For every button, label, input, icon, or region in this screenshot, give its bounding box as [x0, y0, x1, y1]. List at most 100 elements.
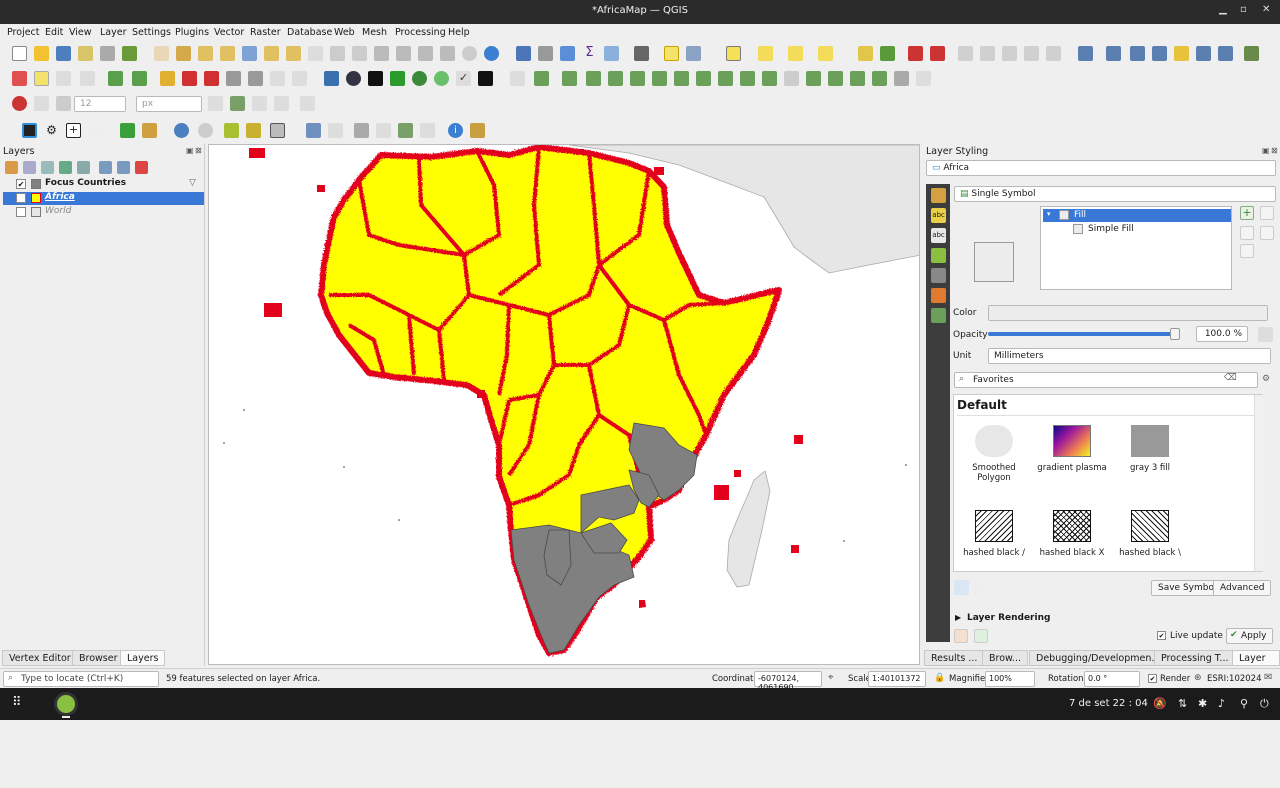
snap-tolerance-input[interactable]: 12: [74, 96, 126, 112]
map-tips-icon[interactable]: [664, 46, 679, 61]
new-3d-map-icon[interactable]: [396, 46, 411, 61]
add-part-icon[interactable]: [630, 71, 645, 86]
messages-icon[interactable]: ✉: [1264, 672, 1272, 683]
add-ring-icon[interactable]: [608, 71, 623, 86]
offset-curve-icon[interactable]: [740, 71, 755, 86]
symbol-gradient-plasma[interactable]: gradient plasma: [1033, 425, 1111, 473]
layer-visibility-checkbox[interactable]: ✔: [16, 193, 26, 203]
menu-edit[interactable]: Edit: [45, 27, 63, 38]
qgis-logo-icon[interactable]: [22, 123, 37, 138]
menu-processing[interactable]: Processing: [395, 27, 446, 38]
notifications-off-icon[interactable]: 🔕: [1153, 697, 1167, 710]
toolbox-icon[interactable]: [560, 46, 575, 61]
menu-mesh[interactable]: Mesh: [362, 27, 387, 38]
new-print-layout-icon[interactable]: [78, 46, 93, 61]
zoom-last-icon[interactable]: [330, 46, 345, 61]
taskbar-clock[interactable]: 7 de set 22 : 04: [1069, 698, 1148, 709]
copy-features-icon[interactable]: [226, 71, 241, 86]
measure-tool-icon[interactable]: [420, 123, 435, 138]
menu-help[interactable]: Help: [448, 27, 470, 38]
symbol-tree-simple-fill[interactable]: Simple Fill: [1043, 223, 1231, 236]
open-project-icon[interactable]: [34, 46, 49, 61]
zoom-to-layer-icon[interactable]: [286, 46, 301, 61]
layout-manager-icon[interactable]: [100, 46, 115, 61]
menu-layer[interactable]: Layer: [100, 27, 127, 38]
merge-attributes-icon[interactable]: [828, 71, 843, 86]
tracing-icon[interactable]: [274, 96, 289, 111]
merge-features-icon[interactable]: [806, 71, 821, 86]
remove-symbol-layer-icon[interactable]: [1240, 226, 1254, 240]
symbol-gray-3-fill[interactable]: gray 3 fill: [1111, 425, 1189, 473]
show-bookmarks-icon[interactable]: [440, 46, 455, 61]
temporal-controller-icon[interactable]: [462, 46, 477, 61]
unit-select[interactable]: Millimeters: [988, 348, 1271, 364]
add-symbol-layer-icon[interactable]: +: [1240, 206, 1254, 220]
new-map-view-icon[interactable]: [374, 46, 389, 61]
menu-view[interactable]: View: [69, 27, 92, 38]
gear-icon[interactable]: ⚙: [44, 123, 59, 138]
symbol-smoothed-polygon[interactable]: Smoothed Polygon: [955, 425, 1033, 483]
symbol-hashed-backslash[interactable]: hashed black \: [1111, 510, 1189, 558]
search-plugin-icon[interactable]: [120, 123, 135, 138]
snap-unit-select[interactable]: px: [136, 96, 202, 112]
menu-raster[interactable]: Raster: [250, 27, 281, 38]
cube-alt-icon[interactable]: [246, 123, 261, 138]
crosshair-icon[interactable]: [328, 123, 343, 138]
opacity-slider[interactable]: [988, 332, 1174, 336]
render-checkbox[interactable]: ✔: [1148, 674, 1157, 683]
new-project-icon[interactable]: [12, 46, 27, 61]
layer-focus-countries[interactable]: ✔ Focus Countries ▽: [3, 178, 204, 191]
duplicate-symbol-layer-icon[interactable]: [1240, 244, 1254, 258]
delete-selected-icon[interactable]: [182, 71, 197, 86]
layer-rendering-section[interactable]: Layer Rendering: [967, 613, 1050, 623]
qgis-plugin-icon[interactable]: [368, 71, 383, 86]
scale-input[interactable]: 1:40101372: [868, 671, 926, 687]
globe-icon[interactable]: [346, 71, 361, 86]
layer-africa[interactable]: ✔ Africa: [3, 192, 204, 205]
labeling-icon[interactable]: [858, 46, 873, 61]
filter-legend-icon[interactable]: [59, 161, 72, 174]
close-icon[interactable]: ✕: [1262, 4, 1270, 15]
vertex-tool-icon[interactable]: [132, 71, 147, 86]
symbology-tab-icon[interactable]: [931, 188, 946, 203]
add-record-icon[interactable]: [80, 71, 95, 86]
styling-layer-select[interactable]: ▭ Africa: [926, 160, 1276, 176]
live-update-checkbox[interactable]: ✔: [1157, 631, 1166, 640]
history-tab-icon[interactable]: [931, 308, 946, 323]
select-by-value-icon[interactable]: [758, 46, 773, 61]
symbol-hashed-slash[interactable]: hashed black /: [955, 510, 1033, 558]
move-down-icon[interactable]: [1260, 226, 1274, 240]
app-grid-icon[interactable]: ⠿: [12, 695, 23, 710]
select-by-location-icon[interactable]: [818, 46, 833, 61]
identify-features-icon[interactable]: [516, 46, 531, 61]
tab-results[interactable]: Results ...: [924, 650, 985, 666]
wrench-icon[interactable]: [470, 123, 485, 138]
tab-layer-styling[interactable]: Layer ...: [1232, 650, 1280, 675]
crs-button[interactable]: ESRI:102024: [1207, 674, 1262, 684]
menu-plugins[interactable]: Plugins: [175, 27, 209, 38]
advanced-digitizing-icon[interactable]: [510, 71, 525, 86]
layer-visibility-checkbox[interactable]: ✔: [16, 179, 26, 189]
locator-input[interactable]: Type to locate (Ctrl+K): [3, 671, 159, 687]
fields-tab-icon[interactable]: [931, 288, 946, 303]
move-icon[interactable]: [376, 123, 391, 138]
move-annotation-icon[interactable]: [1196, 46, 1211, 61]
style-layer-icon[interactable]: [5, 161, 18, 174]
bluetooth-icon[interactable]: ✱: [1198, 697, 1207, 710]
snap-mode-icon[interactable]: [34, 96, 49, 111]
delete-part-icon[interactable]: [696, 71, 711, 86]
expand-all-icon[interactable]: [99, 161, 112, 174]
toggle-editing-icon[interactable]: [34, 71, 49, 86]
reshape-features-icon[interactable]: [718, 71, 733, 86]
info-icon[interactable]: i: [448, 123, 463, 138]
map-canvas-zoom-icon[interactable]: [686, 46, 701, 61]
lock-scale-icon[interactable]: 🔒: [934, 673, 945, 683]
opacity-slider-handle[interactable]: [1170, 328, 1180, 340]
filter-expression-icon[interactable]: [77, 161, 90, 174]
opacity-input[interactable]: 100.0 %: [1196, 326, 1248, 342]
panel-float-icon[interactable]: ▣: [186, 146, 194, 155]
html-annotation-icon[interactable]: [1152, 46, 1167, 61]
rotation-input[interactable]: 0.0 °: [1084, 671, 1140, 687]
power-icon[interactable]: ⏻: [1260, 697, 1269, 711]
cloud-icon[interactable]: [174, 123, 189, 138]
